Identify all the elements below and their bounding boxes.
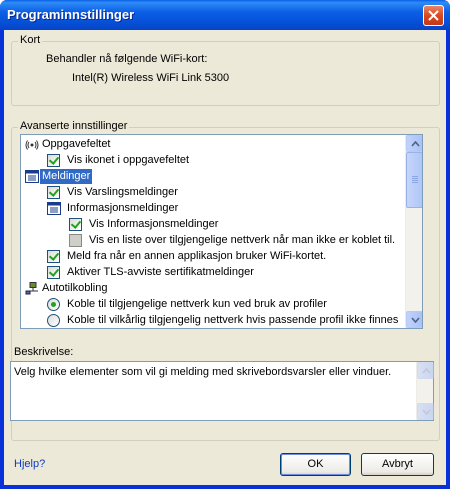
card-legend: Kort [18, 34, 43, 46]
description-text: Velg hvilke elementer som vil gi melding… [14, 366, 392, 378]
window-title: Programinnstillinger [7, 7, 135, 22]
chevron-down-icon [422, 409, 431, 415]
list-icon [25, 170, 39, 183]
help-link[interactable]: Hjelp? [14, 458, 45, 470]
description-box[interactable]: Velg hvilke elementer som vil gi melding… [10, 361, 434, 421]
tree-item-label: Aktiver TLS-avviste sertifikatmeldinger [67, 266, 254, 278]
tls-alerts-checkbox[interactable] [47, 266, 60, 279]
close-icon [428, 10, 439, 21]
scroll-down-button[interactable] [406, 311, 422, 328]
show-info-checkbox[interactable] [69, 218, 82, 231]
list-icon [47, 202, 61, 215]
adapter-name: Intel(R) Wireless WiFi Link 5300 [72, 72, 230, 84]
tree-item-label: Koble til tilgjengelige nettverk kun ved… [67, 298, 327, 310]
scroll-thumb[interactable] [406, 152, 422, 208]
description-label: Beskrivelse: [14, 346, 74, 358]
tree-item-label: Vis en liste over tilgjengelige nettverk… [89, 234, 396, 246]
tree-item-label: Vis Varslingsmeldinger [67, 186, 178, 198]
connect-profiles-only-radio[interactable] [47, 298, 60, 311]
chevron-up-icon [422, 368, 431, 374]
tree-scrollbar[interactable] [405, 135, 422, 328]
card-intro-text: Behandler nå følgende WiFi-kort: [46, 53, 208, 65]
tree-item-label: Meldinger [40, 169, 93, 184]
desc-scroll-up-button[interactable] [417, 362, 434, 379]
notify-other-app-checkbox[interactable] [47, 250, 60, 263]
tree-item-label: Koble til vilkårlig tilgjengelig nettver… [67, 314, 399, 326]
scroll-up-button[interactable] [406, 135, 422, 152]
close-button[interactable] [423, 5, 444, 26]
tree-item-label: Meld fra når en annen applikasjon bruker… [67, 250, 327, 262]
show-alerts-checkbox[interactable] [47, 186, 60, 199]
dialog-body: Kort Behandler nå følgende WiFi-kort: In… [4, 30, 446, 485]
card-group: Kort Behandler nå følgende WiFi-kort: In… [11, 34, 440, 106]
tree-item-label: Oppgavefeltet [42, 138, 111, 150]
show-network-list-checkbox[interactable] [69, 234, 82, 247]
show-tray-icon-checkbox[interactable] [47, 154, 60, 167]
connect-any-radio[interactable] [47, 314, 60, 327]
ok-button[interactable]: OK [280, 453, 351, 476]
tree-item-label: Informasjonsmeldinger [67, 202, 179, 214]
advanced-legend: Avanserte innstillinger [18, 120, 130, 132]
tree-item-label: Vis Informasjonsmeldinger [89, 218, 219, 230]
tree-item-label: Vis ikonet i oppgavefeltet [67, 154, 190, 166]
settings-tree[interactable]: Oppgavefeltet Vis ikonet i oppgavefeltet… [20, 134, 423, 329]
title-bar[interactable]: Programinnstillinger [0, 0, 450, 30]
chevron-up-icon [411, 141, 420, 147]
tree-item-label: Autotilkobling [42, 282, 108, 294]
chevron-down-icon [411, 317, 420, 323]
description-scrollbar[interactable] [416, 362, 434, 420]
settings-window: Programinnstillinger Kort Behandler nå f… [0, 0, 450, 489]
network-icon [25, 282, 39, 295]
cancel-button[interactable]: Avbryt [361, 453, 434, 476]
desc-scroll-down-button[interactable] [417, 403, 434, 420]
wifi-icon [25, 138, 39, 151]
